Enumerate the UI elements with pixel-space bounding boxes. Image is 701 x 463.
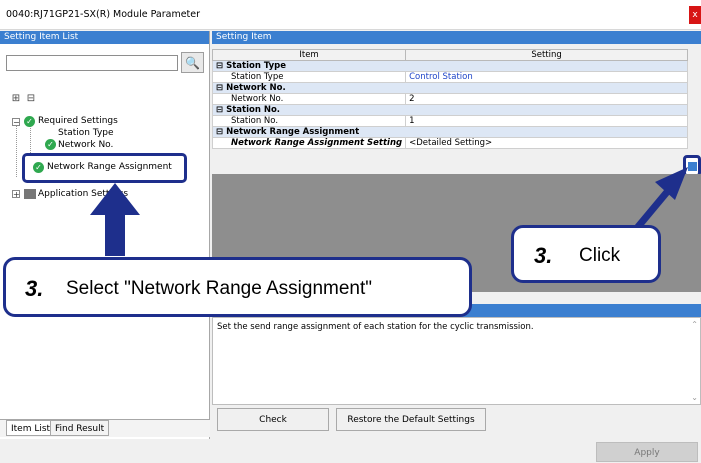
callout-text: Select "Network Range Assignment" (66, 278, 373, 299)
check-icon: ✓ (33, 162, 44, 173)
collapse-all-icon[interactable]: ⊟ (25, 93, 37, 105)
detail-icon (688, 162, 697, 171)
category-label: Network No. (226, 83, 286, 93)
category-row[interactable]: ⊟ Station No. (212, 104, 688, 116)
close-button[interactable]: x (689, 6, 701, 24)
setting-cell[interactable]: <Detailed Setting> (405, 137, 688, 149)
tree-item-network-range-assignment[interactable]: ✓ Network Range Assignment (22, 153, 187, 183)
item-cell: Network No. (211, 93, 407, 105)
folder-icon (24, 189, 36, 199)
item-cell: Station No. (211, 115, 407, 127)
tree-item-required-settings[interactable]: Required Settings (38, 116, 118, 126)
tree-item-network-no[interactable]: Network No. (58, 140, 113, 150)
search-input[interactable] (6, 55, 178, 71)
window-title: 0040:RJ71GP21-SX(R) Module Parameter (6, 9, 201, 20)
column-header-setting: Setting (405, 49, 688, 61)
left-panel-tabs: Item List Find Result (0, 419, 210, 437)
category-label: Station No. (226, 105, 281, 115)
callout-text: Click (579, 245, 621, 266)
collapse-toggle-icon[interactable]: − (12, 118, 20, 127)
description-box: Set the send range assignment of each st… (212, 317, 701, 405)
title-bar: 0040:RJ71GP21-SX(R) Module Parameter x (0, 0, 701, 30)
settings-table: Item Setting ⊟ Station Type Station Type… (211, 49, 688, 149)
expand-toggle-icon[interactable]: + (12, 190, 20, 199)
tree-item-label: Network Range Assignment (47, 162, 172, 172)
find-button[interactable]: 🔍 (181, 52, 204, 73)
check-icon: ✓ (24, 116, 35, 127)
table-row[interactable]: Network No. 2 (211, 93, 688, 105)
category-row[interactable]: ⊟ Network Range Assignment (212, 126, 688, 138)
tree-line (16, 121, 17, 177)
scroll-down-icon[interactable]: ⌄ (691, 393, 698, 402)
tab-find-result[interactable]: Find Result (50, 420, 110, 436)
category-label: Network Range Assignment (226, 127, 360, 137)
setting-item-list-header: Setting Item List (0, 31, 209, 44)
apply-button[interactable]: Apply (596, 442, 698, 462)
category-row[interactable]: ⊟ Station Type (212, 60, 688, 72)
setting-item-header: Setting Item (212, 31, 701, 44)
check-button[interactable]: Check (217, 408, 329, 431)
table-row[interactable]: Station Type Control Station (211, 71, 688, 83)
callout-select: 3. Select "Network Range Assignment" (3, 257, 472, 317)
expand-all-icon[interactable]: ⊞ (10, 93, 22, 105)
binoculars-icon: 🔍 (185, 56, 200, 70)
item-cell: Network Range Assignment Setting (211, 137, 407, 149)
description-text: Set the send range assignment of each st… (217, 322, 534, 332)
column-header-item: Item (211, 49, 407, 61)
tree-item-application-settings[interactable]: Application Settings (38, 189, 128, 199)
table-row-selected[interactable]: Network Range Assignment Setting <Detail… (211, 137, 688, 149)
tree-item-station-type[interactable]: Station Type (58, 128, 114, 138)
callout-step-number: 3. (534, 243, 553, 268)
tab-item-list[interactable]: Item List (6, 420, 56, 436)
check-icon: ✓ (45, 139, 56, 150)
setting-cell[interactable]: 1 (405, 115, 688, 127)
category-row[interactable]: ⊟ Network No. (212, 82, 688, 94)
setting-cell[interactable]: Control Station (405, 71, 688, 83)
setting-cell[interactable]: 2 (405, 93, 688, 105)
callout-click: 3. Click (511, 225, 661, 283)
restore-default-button[interactable]: Restore the Default Settings (336, 408, 486, 431)
item-cell: Station Type (211, 71, 407, 83)
table-row[interactable]: Station No. 1 (211, 115, 688, 127)
category-label: Station Type (226, 61, 287, 71)
callout-step-number: 3. (25, 276, 44, 301)
scroll-up-icon[interactable]: ⌃ (691, 320, 698, 329)
